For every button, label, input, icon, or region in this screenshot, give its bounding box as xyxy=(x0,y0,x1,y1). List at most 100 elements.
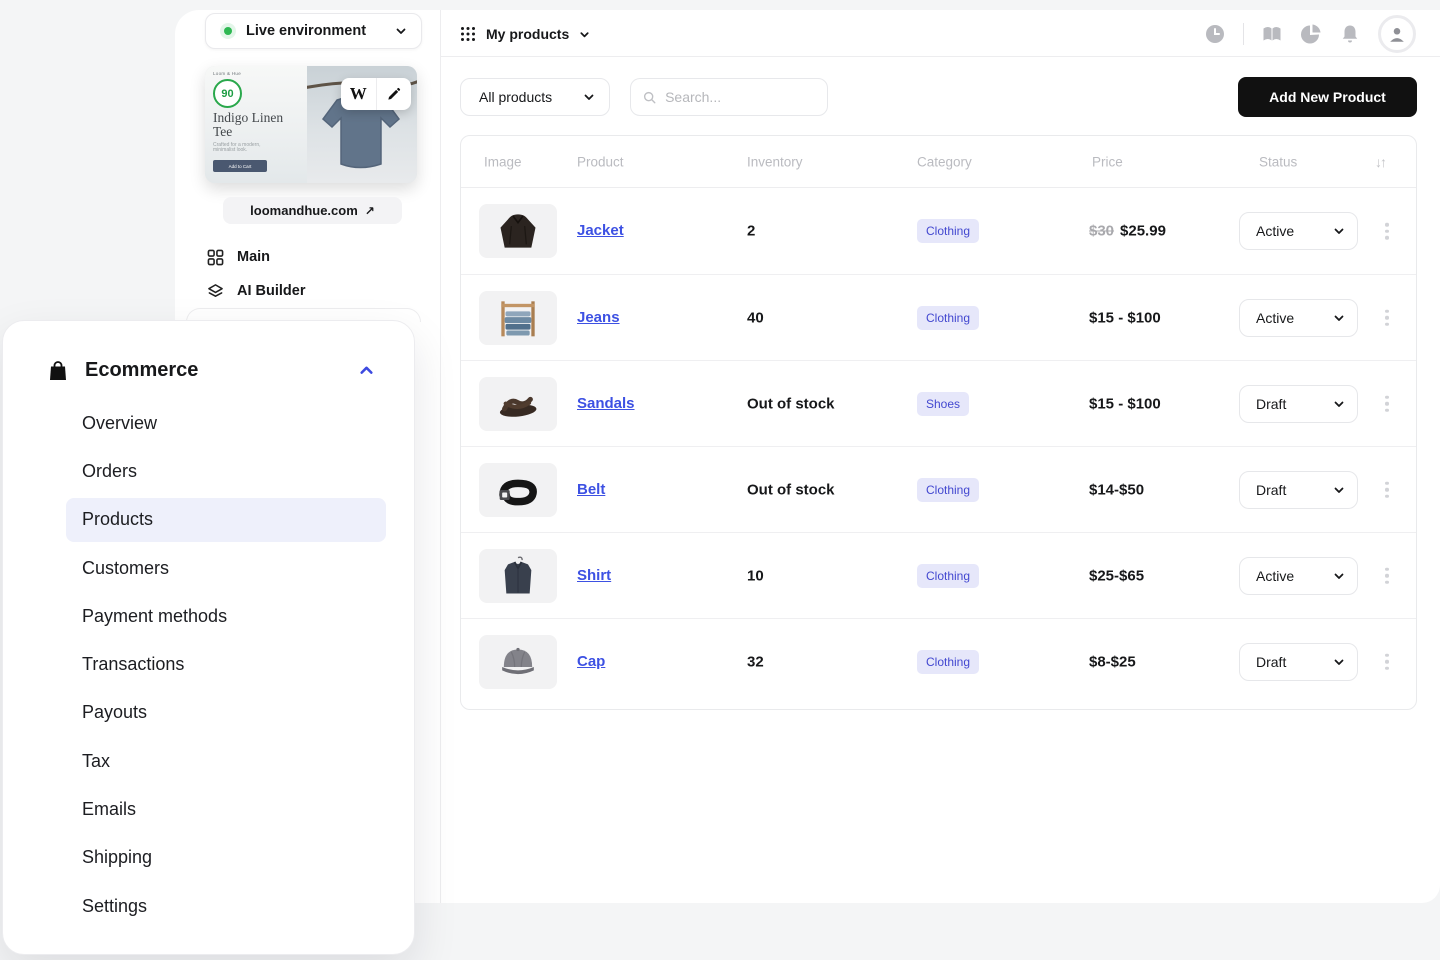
status-select[interactable]: Active xyxy=(1239,557,1358,595)
product-link[interactable]: Jacket xyxy=(577,222,624,239)
product-filter-label: All products xyxy=(479,89,552,105)
status-value: Active xyxy=(1256,223,1294,239)
site-domain-link[interactable]: loomandhue.com ↗ xyxy=(223,197,402,224)
menu-item-customers[interactable]: Customers xyxy=(3,544,414,592)
status-value: Draft xyxy=(1256,482,1286,498)
status-select[interactable]: Draft xyxy=(1239,385,1358,423)
topbar-icons xyxy=(1204,14,1416,54)
product-link-cell: Sandals xyxy=(577,395,635,413)
person-icon xyxy=(1387,24,1407,44)
search-box xyxy=(630,78,828,116)
search-input[interactable] xyxy=(665,89,815,105)
row-menu-kebab-icon[interactable] xyxy=(1381,477,1393,502)
menu-item-products[interactable]: Products xyxy=(3,496,414,544)
add-to-cart-button[interactable]: Add to Cart xyxy=(213,160,267,172)
product-link-cell: Cap xyxy=(577,653,605,671)
table-header: Image Product Inventory Category Price S… xyxy=(461,136,1416,188)
product-thumbnail xyxy=(479,635,557,689)
sidebar-item-ai-builder[interactable]: AI Builder xyxy=(207,279,417,303)
sidebar-item-label: AI Builder xyxy=(237,283,305,299)
price-cell: $15 - $100 xyxy=(1089,395,1161,412)
menu-item-settings[interactable]: Settings xyxy=(3,882,414,930)
sort-icon[interactable]: ↓↑ xyxy=(1375,154,1385,170)
product-link-cell: Jacket xyxy=(577,222,624,240)
main-topbar: My products xyxy=(441,10,1440,57)
analytics-pie-icon[interactable] xyxy=(1300,23,1322,45)
category-cell: Clothing xyxy=(917,306,979,330)
row-menu-kebab-icon[interactable] xyxy=(1381,649,1393,674)
status-select[interactable]: Active xyxy=(1239,299,1358,337)
category-cell: Clothing xyxy=(917,650,979,674)
status-select[interactable]: Draft xyxy=(1239,643,1358,681)
row-menu-kebab-icon[interactable] xyxy=(1381,219,1393,244)
price-cell: $30$25.99 xyxy=(1089,223,1166,240)
menu-item-overview[interactable]: Overview xyxy=(3,399,414,447)
current-price: $25-$65 xyxy=(1089,567,1144,584)
chevron-down-icon xyxy=(1333,312,1345,324)
row-menu-kebab-icon[interactable] xyxy=(1381,563,1393,588)
current-price: $14-$50 xyxy=(1089,481,1144,498)
current-price: $15 - $100 xyxy=(1089,309,1161,326)
site-logo-button[interactable]: W xyxy=(341,78,376,110)
environment-select[interactable]: Live environment xyxy=(205,13,422,49)
chevron-down-icon xyxy=(579,29,590,40)
product-link-cell: Jeans xyxy=(577,309,620,327)
chevron-down-icon xyxy=(583,91,595,103)
menu-item-payment-methods[interactable]: Payment methods xyxy=(3,592,414,640)
status-select[interactable]: Draft xyxy=(1239,471,1358,509)
current-price: $15 - $100 xyxy=(1089,395,1161,412)
product-link[interactable]: Cap xyxy=(577,653,605,670)
grid-icon xyxy=(207,249,224,266)
product-link[interactable]: Sandals xyxy=(577,395,635,412)
environment-status-dot xyxy=(224,27,232,35)
chevron-down-icon xyxy=(1333,484,1345,496)
docs-book-icon[interactable] xyxy=(1261,23,1283,45)
add-new-product-button[interactable]: Add New Product xyxy=(1238,77,1417,117)
price-cell: $25-$65 xyxy=(1089,567,1144,584)
topbar-divider xyxy=(1243,23,1244,45)
ecommerce-menu-list: Overview Orders Products Customers Payme… xyxy=(3,399,414,930)
product-link[interactable]: Jeans xyxy=(577,309,620,326)
chevron-up-icon[interactable] xyxy=(359,363,374,378)
product-thumbnail xyxy=(479,377,557,431)
product-link[interactable]: Belt xyxy=(577,481,605,498)
menu-item-transactions[interactable]: Transactions xyxy=(3,640,414,688)
user-avatar[interactable] xyxy=(1378,15,1416,53)
table-row: Jacket 2 Clothing $30$25.99 Active xyxy=(461,188,1416,274)
menu-item-orders[interactable]: Orders xyxy=(3,447,414,495)
inventory-value: Out of stock xyxy=(747,395,835,412)
chevron-down-icon xyxy=(1333,398,1345,410)
cap-thumbnail xyxy=(493,640,543,684)
row-menu-kebab-icon[interactable] xyxy=(1381,305,1393,330)
category-badge: Clothing xyxy=(917,650,979,674)
ecommerce-menu-header[interactable]: Ecommerce xyxy=(48,359,374,382)
category-badge: Clothing xyxy=(917,478,979,502)
status-select[interactable]: Active xyxy=(1239,212,1358,250)
menu-item-emails[interactable]: Emails xyxy=(3,785,414,833)
menu-item-tax[interactable]: Tax xyxy=(3,737,414,785)
dots-grid-icon xyxy=(460,26,476,42)
layers-icon xyxy=(207,283,224,300)
product-link[interactable]: Shirt xyxy=(577,567,611,584)
site-preview-subtitle: Crafted for a modern, minimalist look. xyxy=(213,143,273,155)
sidebar-item-main[interactable]: Main xyxy=(207,245,417,269)
category-cell: Shoes xyxy=(917,392,969,416)
chevron-down-icon xyxy=(1333,225,1345,237)
old-price: $30 xyxy=(1089,223,1114,240)
workspace-switcher[interactable]: My products xyxy=(460,21,590,47)
notifications-bell-icon[interactable] xyxy=(1339,23,1361,45)
column-header-product: Product xyxy=(577,154,624,169)
product-link-cell: Shirt xyxy=(577,567,611,585)
edit-site-button[interactable] xyxy=(377,78,412,110)
environment-label: Live environment xyxy=(246,23,366,39)
product-filter-select[interactable]: All products xyxy=(460,78,610,116)
jacket-thumbnail xyxy=(493,209,543,253)
menu-item-payouts[interactable]: Payouts xyxy=(3,689,414,737)
row-menu-kebab-icon[interactable] xyxy=(1381,391,1393,416)
table-row: Cap 32 Clothing $8-$25 Draft xyxy=(461,618,1416,704)
history-clock-icon[interactable] xyxy=(1204,23,1226,45)
site-preview-card[interactable]: Loom & Hue 90 Indigo Linen Tee Crafted f… xyxy=(205,66,417,183)
status-value: Draft xyxy=(1256,654,1286,670)
menu-item-shipping[interactable]: Shipping xyxy=(3,834,414,882)
preview-toolbar: W xyxy=(341,78,411,110)
